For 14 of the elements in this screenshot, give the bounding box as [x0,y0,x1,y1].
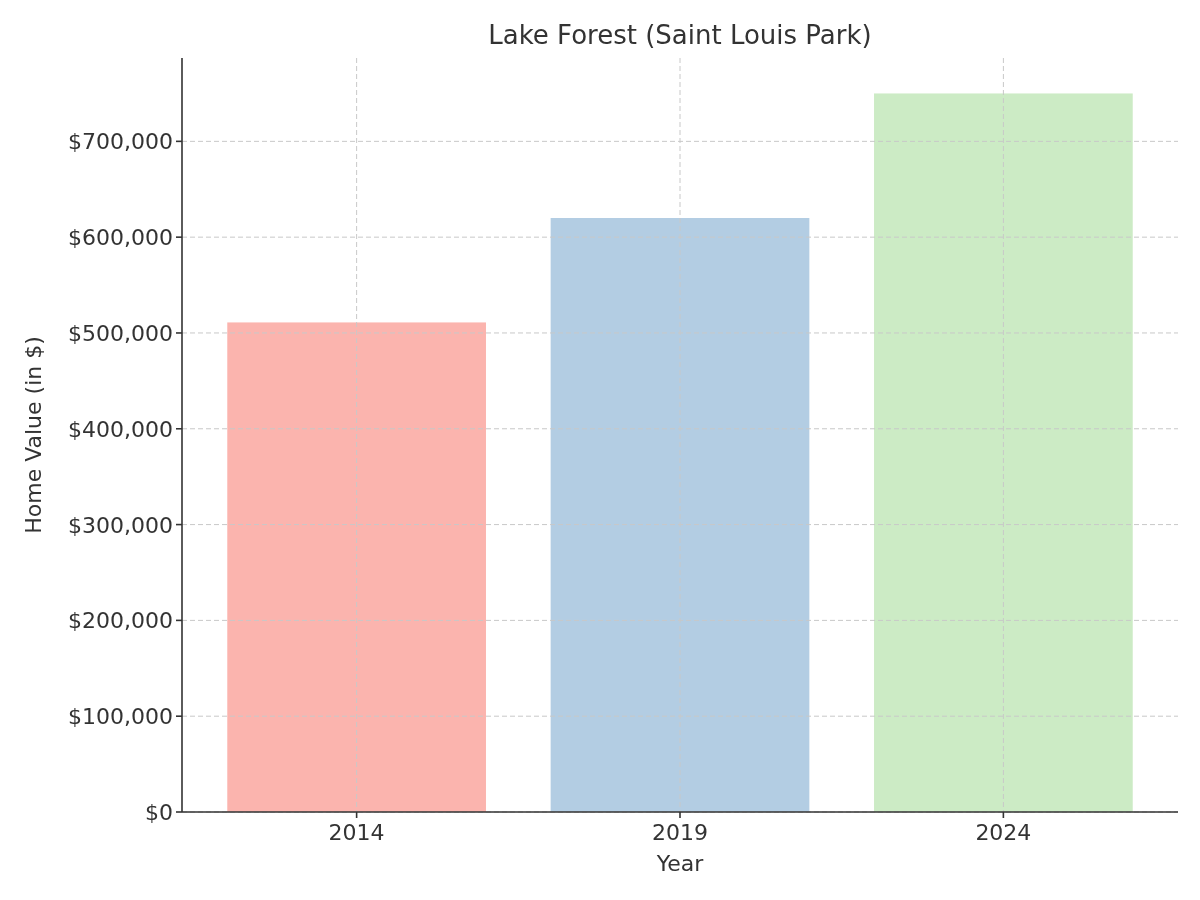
chart-title: Lake Forest (Saint Louis Park) [488,20,872,50]
y-tick-label: $700,000 [68,129,173,155]
x-tick-label: 2019 [652,820,708,845]
y-tick-label: $600,000 [68,225,173,251]
x-tick-label: 2014 [328,820,385,845]
y-tick-label: $300,000 [68,512,173,538]
y-axis-label: Home Value (in $) [21,336,46,534]
y-tick-label: $100,000 [68,704,173,730]
y-tick-label: $500,000 [68,320,173,346]
x-tick-label: 2024 [975,820,1032,845]
x-axis-label: Year [656,851,704,876]
y-tick-label: $200,000 [68,608,173,634]
y-tick-label: $0 [145,800,173,825]
y-tick-label: $400,000 [68,416,173,442]
